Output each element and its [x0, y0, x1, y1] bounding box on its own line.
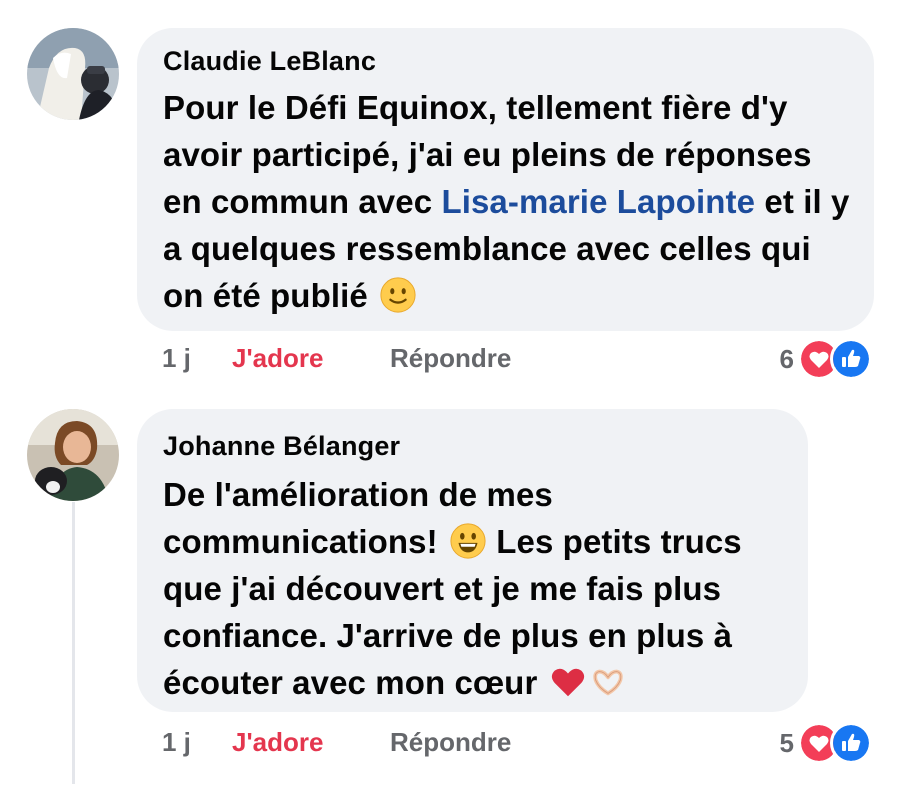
- like-icon: [830, 338, 872, 380]
- comment-text: De l'amélioration de mes communications!…: [163, 471, 783, 706]
- author-name[interactable]: Johanne Bélanger: [163, 431, 400, 462]
- mention-link[interactable]: Lisa-marie Lapointe: [441, 183, 755, 220]
- like-icon: [830, 722, 872, 764]
- comment-bubble: Johanne Bélanger De l'amélioration de me…: [137, 409, 808, 712]
- comment-claudie: Claudie LeBlanc Pour le Défi Equinox, te…: [0, 0, 900, 390]
- heart-hands-icon: [592, 669, 623, 696]
- reply-button[interactable]: Répondre: [390, 727, 511, 758]
- reaction-count: 5: [779, 727, 794, 758]
- love-button[interactable]: J'adore: [232, 727, 323, 758]
- reaction-count: 6: [779, 343, 794, 374]
- grinning-face-icon: [450, 523, 486, 559]
- thread-line: [72, 502, 75, 784]
- avatar[interactable]: [27, 28, 119, 120]
- love-button[interactable]: J'adore: [232, 343, 323, 374]
- timestamp[interactable]: 1 j: [162, 727, 191, 758]
- reply-button[interactable]: Répondre: [390, 343, 511, 374]
- timestamp[interactable]: 1 j: [162, 343, 191, 374]
- author-name[interactable]: Claudie LeBlanc: [163, 46, 376, 77]
- avatar[interactable]: [27, 409, 119, 501]
- reaction-summary[interactable]: 5: [779, 722, 872, 764]
- comment-bubble: Claudie LeBlanc Pour le Défi Equinox, te…: [137, 28, 874, 331]
- reaction-summary[interactable]: 6: [779, 338, 872, 380]
- comment-johanne: Johanne Bélanger De l'amélioration de me…: [0, 390, 900, 787]
- red-heart-icon: [551, 668, 584, 697]
- comment-text: Pour le Défi Equinox, tellement fière d'…: [163, 84, 853, 319]
- slightly-smiling-face-icon: [380, 277, 416, 313]
